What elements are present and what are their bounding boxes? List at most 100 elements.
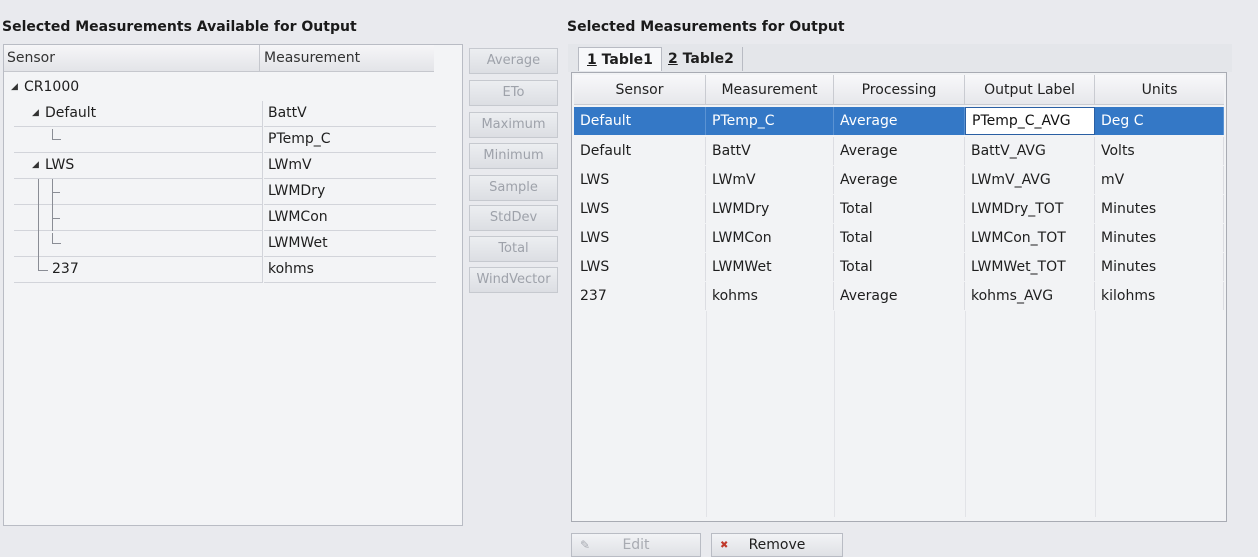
tree-node-label: LWS	[45, 157, 75, 173]
cell-output-label[interactable]: LWmV_AVG	[965, 166, 1095, 194]
available-measurements-tree[interactable]: Sensor Measurement ◢ CR1000 ◢ Default Ba…	[3, 44, 463, 526]
cell-sensor[interactable]: 237	[574, 282, 706, 310]
cell-output-label[interactable]: kohms_AVG	[965, 282, 1095, 310]
expand-arrow-icon[interactable]: ◢	[32, 108, 39, 118]
cell-processing[interactable]: Total	[834, 195, 965, 223]
edit-button[interactable]: ✎ Edit	[571, 533, 701, 557]
column-header-sensor[interactable]: Sensor	[574, 75, 706, 105]
cell-measurement[interactable]: LWMCon	[706, 224, 834, 252]
cell-sensor[interactable]: LWS	[574, 166, 706, 194]
sample-button[interactable]: Sample	[469, 175, 558, 201]
column-divider	[834, 311, 835, 517]
cell-output-label[interactable]: BattV_AVG	[965, 137, 1095, 165]
column-header-processing[interactable]: Processing	[834, 75, 965, 105]
cell-units[interactable]: Minutes	[1095, 253, 1224, 281]
column-header-measurement[interactable]: Measurement	[706, 75, 834, 105]
edit-button-label: Edit	[622, 537, 650, 553]
table-row[interactable]: LWS LWMWet Total LWMWet_TOT Minutes	[574, 253, 1224, 281]
cell-output-label[interactable]: LWMCon_TOT	[965, 224, 1095, 252]
cell-units[interactable]: Deg C	[1095, 107, 1224, 135]
column-header-units[interactable]: Units	[1095, 75, 1224, 105]
tree-branch-line	[52, 192, 60, 193]
tab-mnemonic: 1	[587, 52, 597, 68]
remove-button[interactable]: ✖ Remove	[711, 533, 843, 557]
maximum-button[interactable]: Maximum	[469, 112, 558, 138]
tree-row-default[interactable]: ◢ Default BattV	[4, 101, 438, 127]
tree-row-lws[interactable]: ◢ LWS LWmV	[4, 153, 438, 179]
output-measurements-title: Selected Measurements for Output	[567, 19, 845, 35]
cell-units[interactable]: Minutes	[1095, 195, 1224, 223]
tree-header: Sensor Measurement	[4, 45, 434, 72]
tree-row-lwmcon[interactable]: LWMCon	[4, 205, 438, 231]
cell-processing[interactable]: Total	[834, 224, 965, 252]
tree-row-237[interactable]: 237 kohms	[4, 257, 438, 283]
tab-table1[interactable]: 1 Table1	[578, 47, 662, 71]
cell-sensor[interactable]: Default	[574, 137, 706, 165]
cell-sensor[interactable]: LWS	[574, 195, 706, 223]
tree-row-ptemp[interactable]: PTemp_C	[4, 127, 438, 153]
table-row[interactable]: Default BattV Average BattV_AVG Volts	[574, 137, 1224, 165]
cell-units[interactable]: Minutes	[1095, 224, 1224, 252]
cell-measurement[interactable]: LWmV	[706, 166, 834, 194]
expand-arrow-icon[interactable]: ◢	[32, 160, 39, 170]
stddev-button[interactable]: StdDev	[469, 205, 558, 231]
cell-measurement[interactable]: BattV	[706, 137, 834, 165]
table-row[interactable]: LWS LWMDry Total LWMDry_TOT Minutes	[574, 195, 1224, 223]
tree-row-cr1000[interactable]: ◢ CR1000	[4, 75, 438, 101]
tab-table2[interactable]: 2 Table2	[660, 47, 743, 71]
tree-measurement: LWMDry	[264, 179, 436, 205]
tree-measurement: BattV	[264, 101, 436, 127]
cell-processing[interactable]: Average	[834, 166, 965, 194]
cell-units[interactable]: mV	[1095, 166, 1224, 194]
tree-measurement: LWMWet	[264, 231, 436, 257]
cell-processing[interactable]: Total	[834, 253, 965, 281]
remove-button-label: Remove	[748, 537, 806, 553]
cell-output-label[interactable]: LWMDry_TOT	[965, 195, 1095, 223]
cell-measurement[interactable]: PTemp_C	[706, 107, 834, 135]
cell-units[interactable]: kilohms	[1095, 282, 1224, 310]
tree-measurement: PTemp_C	[264, 127, 436, 153]
cell-measurement[interactable]: kohms	[706, 282, 834, 310]
column-divider	[706, 311, 707, 517]
eto-button[interactable]: ETo	[469, 80, 558, 106]
expand-arrow-icon[interactable]: ◢	[11, 82, 18, 92]
tree-measurement	[264, 75, 436, 101]
output-table[interactable]: Sensor Measurement Processing Output Lab…	[571, 72, 1227, 522]
tree-branch-line	[52, 233, 61, 244]
tab-label: Table1	[596, 52, 653, 68]
cell-units[interactable]: Volts	[1095, 137, 1224, 165]
pencil-icon: ✎	[580, 538, 591, 552]
tree-branch-line	[38, 205, 39, 231]
cell-measurement[interactable]: LWMDry	[706, 195, 834, 223]
table-row[interactable]: LWS LWmV Average LWmV_AVG mV	[574, 166, 1224, 194]
total-button[interactable]: Total	[469, 236, 558, 262]
tree-column-measurement[interactable]: Measurement	[260, 45, 360, 71]
tree-row-lwmwet[interactable]: LWMWet	[4, 231, 438, 257]
windvector-button[interactable]: WindVector	[469, 267, 558, 293]
table-row[interactable]: Default PTemp_C Average PTemp_C_AVG Deg …	[574, 107, 1224, 135]
tree-branch-line	[38, 179, 39, 205]
column-divider	[1095, 311, 1096, 517]
table-row[interactable]: LWS LWMCon Total LWMCon_TOT Minutes	[574, 224, 1224, 252]
cell-processing[interactable]: Average	[834, 282, 965, 310]
tab-label: Table2	[677, 51, 734, 67]
column-divider	[965, 311, 966, 517]
cell-output-label[interactable]: LWMWet_TOT	[965, 253, 1095, 281]
tree-row-lwmdry[interactable]: LWMDry	[4, 179, 438, 205]
cell-sensor[interactable]: LWS	[574, 224, 706, 252]
minimum-button[interactable]: Minimum	[469, 143, 558, 169]
tree-branch-line	[52, 129, 61, 140]
cell-sensor[interactable]: LWS	[574, 253, 706, 281]
tree-measurement: kohms	[264, 257, 436, 283]
cell-measurement[interactable]: LWMWet	[706, 253, 834, 281]
column-header-output-label[interactable]: Output Label	[965, 75, 1095, 105]
tree-measurement: LWMCon	[264, 205, 436, 231]
cell-output-label-editor[interactable]: PTemp_C_AVG	[965, 107, 1095, 135]
cell-sensor[interactable]: Default	[574, 107, 706, 135]
tree-branch-line	[38, 257, 39, 270]
cell-processing[interactable]: Average	[834, 137, 965, 165]
tree-column-sensor[interactable]: Sensor	[4, 45, 260, 71]
cell-processing[interactable]: Average	[834, 107, 965, 135]
average-button[interactable]: Average	[469, 48, 558, 74]
table-row[interactable]: 237 kohms Average kohms_AVG kilohms	[574, 282, 1224, 310]
